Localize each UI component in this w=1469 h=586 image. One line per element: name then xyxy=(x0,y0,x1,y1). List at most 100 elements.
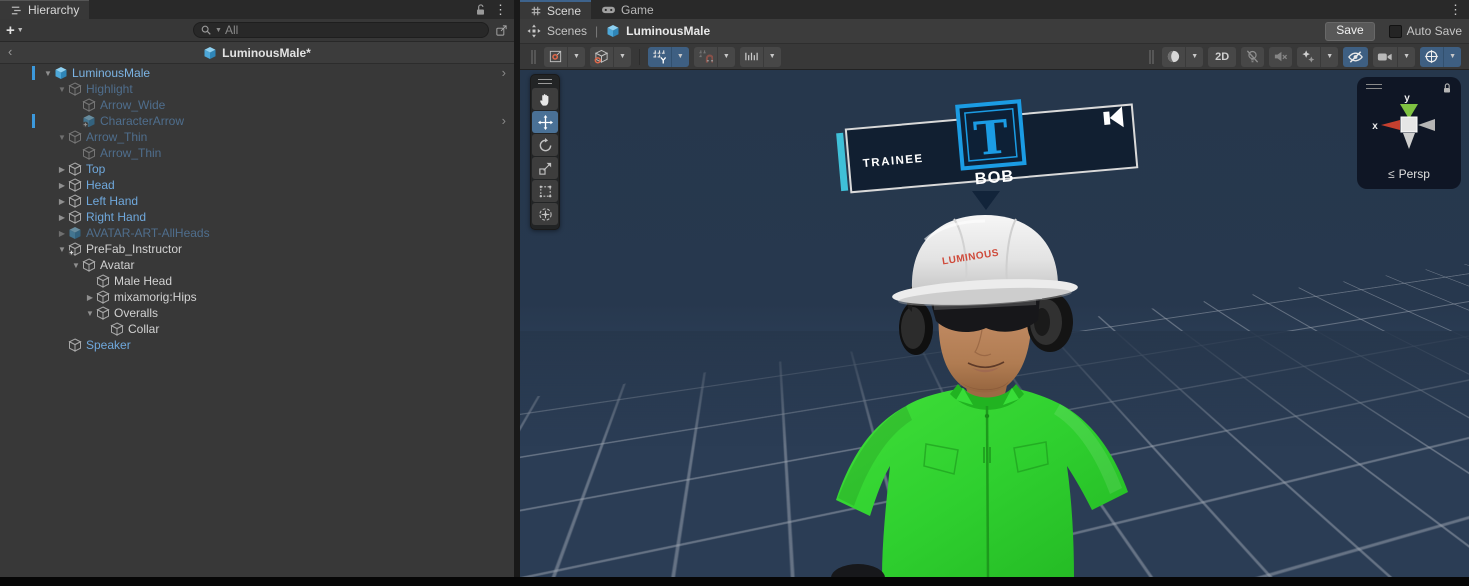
open-prefab-chevron-icon[interactable]: › xyxy=(502,114,506,128)
tree-item-label: Arrow_Wide xyxy=(100,98,165,112)
expand-arrow-icon[interactable]: ▼ xyxy=(56,85,68,94)
expand-arrow-icon[interactable]: ▶ xyxy=(56,229,68,238)
toolbar-drag-handle[interactable] xyxy=(1149,50,1154,64)
axis-gizmo[interactable]: y x xyxy=(1371,91,1447,155)
scale-tool[interactable] xyxy=(532,157,558,179)
scene-tab-label: Scene xyxy=(547,4,581,18)
tree-item[interactable]: Male Head xyxy=(0,273,514,289)
tab-hierarchy[interactable]: Hierarchy xyxy=(0,0,89,19)
game-tab-label: Game xyxy=(621,3,654,17)
tree-item[interactable]: ▶mixamorig:Hips xyxy=(0,289,514,305)
chevron-down-icon[interactable]: ▼ xyxy=(613,47,631,67)
overlay-drag-handle[interactable] xyxy=(1366,84,1382,89)
lock-icon[interactable] xyxy=(475,3,486,16)
tree-item-label: Top xyxy=(86,162,105,176)
chevron-down-icon[interactable]: ▼ xyxy=(1443,47,1461,67)
rect-tool[interactable] xyxy=(532,180,558,202)
tree-item[interactable]: CharacterArrow› xyxy=(0,113,514,129)
tree-item[interactable]: Arrow_Wide xyxy=(0,97,514,113)
save-button[interactable]: Save xyxy=(1325,22,1374,41)
chevron-down-icon[interactable]: ▼ xyxy=(671,47,689,67)
chevron-down-icon[interactable]: ▼ xyxy=(1185,47,1203,67)
lighting-toggle-button[interactable] xyxy=(1241,47,1264,67)
expand-arrow-icon[interactable]: ▶ xyxy=(84,293,96,302)
search-field[interactable]: ▼ xyxy=(193,22,489,38)
search-input[interactable] xyxy=(225,23,482,37)
gameobject-cube-icon xyxy=(68,82,82,96)
expand-arrow-icon[interactable]: ▼ xyxy=(84,309,96,318)
chevron-down-icon[interactable]: ▼ xyxy=(1320,47,1338,67)
nameplate-logo-letter: T xyxy=(972,109,1011,166)
light-off-icon xyxy=(1241,47,1264,67)
tree-item[interactable]: ▼Overalls xyxy=(0,305,514,321)
scene-viewport[interactable]: LUMINOUS xyxy=(520,70,1469,577)
tree-item[interactable]: ▶Right Hand xyxy=(0,209,514,225)
gizmos-sphere-button[interactable]: ▼ xyxy=(1420,47,1461,67)
tree-item-label: AVATAR-ART-AllHeads xyxy=(86,226,210,240)
transform-tool[interactable] xyxy=(532,203,558,225)
tree-item[interactable]: ▶ AVATAR-ART-AllHeads xyxy=(0,225,514,241)
hierarchy-toolbar: + ▼ ▼ xyxy=(0,19,514,42)
tree-item[interactable]: ▶ Left Hand xyxy=(0,193,514,209)
current-prefab-label[interactable]: LuminousMale xyxy=(626,24,710,38)
scene-menu-icon[interactable]: ⋮ xyxy=(1449,3,1462,16)
prefab-cube-icon xyxy=(82,114,96,128)
shading-mode-button[interactable]: ▼ xyxy=(1162,47,1203,67)
tree-item[interactable]: ▶Head xyxy=(0,177,514,193)
scene-visibility-button[interactable] xyxy=(1343,47,1368,67)
expand-arrow-icon[interactable]: ▶ xyxy=(56,181,68,190)
gizmo-center-cube xyxy=(1401,117,1417,132)
popout-icon[interactable] xyxy=(495,24,508,37)
tree-item[interactable]: ▼LuminousMale› xyxy=(0,65,514,81)
prefab-breadcrumb: ‹ LuminousMale* xyxy=(0,42,514,64)
expand-arrow-icon[interactable]: ▼ xyxy=(42,69,54,78)
tree-item[interactable]: ▼Arrow_Thin xyxy=(0,129,514,145)
prefab-breadcrumb-title: LuminousMale* xyxy=(222,46,311,60)
expand-arrow-icon[interactable]: ▶ xyxy=(56,213,68,222)
snap-increment-button[interactable]: ▼ xyxy=(740,47,781,67)
search-filter-caret-icon[interactable]: ▼ xyxy=(215,27,222,34)
projection-mode[interactable]: ≤ Persp xyxy=(1357,167,1461,181)
tab-scene[interactable]: Scene xyxy=(520,0,591,19)
tree-item[interactable]: ▼Highlight xyxy=(0,81,514,97)
scene-grid-icon xyxy=(530,5,542,17)
tree-item[interactable]: ▼PreFab_Instructor xyxy=(0,241,514,257)
tree-item[interactable]: Collar xyxy=(0,321,514,337)
tab-game[interactable]: Game xyxy=(591,0,664,19)
tool-handle-rotation-button[interactable]: ▼ xyxy=(590,47,631,67)
tree-item[interactable]: ▼Avatar xyxy=(0,257,514,273)
audio-toggle-button[interactable] xyxy=(1269,47,1292,67)
gameobject-cube-icon xyxy=(82,146,96,160)
move-tool[interactable] xyxy=(532,111,558,133)
tree-item-label: Collar xyxy=(128,322,159,336)
chevron-down-icon[interactable]: ▼ xyxy=(717,47,735,67)
overlay-drag-handle[interactable] xyxy=(538,79,552,84)
tree-item[interactable]: ▶ Top xyxy=(0,161,514,177)
chevron-down-icon[interactable]: ▼ xyxy=(1397,47,1415,67)
tool-handle-position-button[interactable]: ▼ xyxy=(544,47,585,67)
expand-arrow-icon[interactable]: ▼ xyxy=(70,261,82,270)
tree-item[interactable]: Arrow_Thin xyxy=(0,145,514,161)
create-button[interactable]: + ▼ xyxy=(6,22,24,39)
tree-item-label: Left Hand xyxy=(86,194,138,208)
hand-tool[interactable] xyxy=(532,88,558,110)
open-prefab-chevron-icon[interactable]: › xyxy=(502,66,506,80)
2d-toggle-button[interactable]: 2D xyxy=(1208,47,1236,67)
chevron-down-icon[interactable]: ▼ xyxy=(567,47,585,67)
tree-item[interactable]: Speaker xyxy=(0,337,514,353)
snap-toggle-button[interactable]: ▼ xyxy=(694,47,735,67)
auto-save-checkbox[interactable] xyxy=(1389,25,1402,38)
expand-arrow-icon[interactable]: ▶ xyxy=(56,165,68,174)
expand-arrow-icon[interactable]: ▶ xyxy=(56,197,68,206)
grid-visibility-button[interactable]: ▼ xyxy=(648,47,689,67)
hierarchy-menu-icon[interactable]: ⋮ xyxy=(494,3,507,16)
toolbar-drag-handle[interactable] xyxy=(531,50,536,64)
rotate-tool[interactable] xyxy=(532,134,558,156)
chevron-down-icon[interactable]: ▼ xyxy=(763,47,781,67)
expand-arrow-icon[interactable]: ▼ xyxy=(56,133,68,142)
expand-arrow-icon[interactable]: ▼ xyxy=(56,245,68,254)
camera-settings-button[interactable]: ▼ xyxy=(1373,47,1415,67)
scenes-breadcrumb-label[interactable]: Scenes xyxy=(547,24,587,38)
nameplate: TRAINEE T BOB xyxy=(835,92,1138,201)
effects-toggle-button[interactable]: ▼ xyxy=(1297,47,1338,67)
